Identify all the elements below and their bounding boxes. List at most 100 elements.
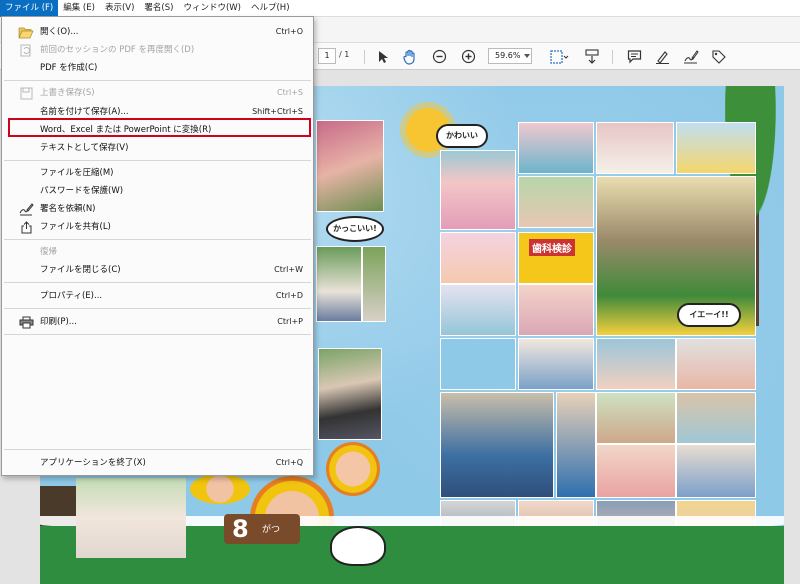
panda-illustration (330, 526, 386, 566)
menu-separator (4, 308, 311, 309)
page-total: / 1 (339, 50, 350, 59)
highlight-pen-icon[interactable] (653, 47, 671, 66)
menu-file[interactable]: ファイル (F) (0, 0, 59, 17)
share-icon (18, 220, 34, 234)
menu-item-label: ファイルを閉じる(C) (40, 265, 121, 275)
photo-child (362, 246, 386, 322)
menu-item-label: 印刷(P)... (40, 317, 77, 327)
tag-edit-icon[interactable] (710, 47, 728, 66)
menu-item-label: 復帰 (40, 247, 58, 257)
menu-edit[interactable]: 編集 (E) (58, 0, 100, 17)
bubble-yay: イエーイ!! (677, 303, 741, 327)
photo-child (596, 392, 676, 444)
photo-child (676, 444, 756, 498)
menu-bar: ファイル (F) 編集 (E) 表示(V) 署名(S) ウィンドウ(W) ヘルプ… (0, 0, 800, 17)
sunflower-photo (326, 442, 380, 496)
photo-child (440, 150, 516, 230)
photo-child (440, 284, 516, 336)
menu-help[interactable]: ヘルプ(H) (246, 0, 295, 17)
menu-item-shortcut: Ctrl+O (275, 27, 303, 36)
hand-tool-icon[interactable] (401, 47, 419, 66)
menu-item-properties[interactable]: プロパティ(E)... Ctrl+D (2, 287, 313, 305)
menu-sign[interactable]: 署名(S) (139, 0, 178, 17)
photo-child (316, 120, 384, 212)
menu-separator (4, 334, 311, 335)
toolbar-divider (364, 50, 365, 64)
month-number: 8 (232, 515, 249, 543)
menu-item-reopen-session: 前回のセッションの PDF を再度開く(D) (2, 41, 313, 59)
menu-item-password-protect[interactable]: パスワードを保護(W) (2, 182, 313, 200)
photo-children-outdoor (76, 478, 186, 558)
menu-item-compress[interactable]: ファイルを圧縮(M) (2, 164, 313, 182)
photo-child (518, 338, 594, 390)
save-icon (18, 86, 34, 100)
menu-view[interactable]: 表示(V) (100, 0, 139, 17)
menu-item-request-signature[interactable]: 署名を依頼(N) (2, 200, 313, 218)
photo-child (518, 176, 594, 228)
menu-item-label: 署名を依頼(N) (40, 204, 96, 214)
scroll-mode-icon[interactable] (583, 47, 601, 66)
menu-item-label: ファイルを圧縮(M) (40, 168, 114, 178)
photo-child (676, 392, 756, 444)
zoom-in-icon[interactable] (459, 47, 477, 66)
bubble-kawaii: かわいい (436, 124, 488, 148)
illustration-children (440, 338, 516, 390)
photo-child (556, 392, 596, 498)
menu-item-label: テキストとして保存(V) (40, 143, 129, 153)
fit-page-icon[interactable] (547, 47, 571, 66)
menu-item-close-file[interactable]: ファイルを閉じる(C) Ctrl+W (2, 261, 313, 279)
page-number-input[interactable]: 1 (318, 48, 336, 64)
menu-item-label: アプリケーションを終了(X) (40, 458, 146, 468)
fill-sign-icon[interactable] (682, 47, 700, 66)
photo-child (316, 246, 362, 322)
reopen-icon (18, 43, 34, 57)
photo-child (676, 122, 756, 174)
menu-window[interactable]: ウィンドウ(W) (178, 0, 246, 17)
sunflower-photo (190, 474, 250, 504)
menu-item-label: 上書き保存(S) (40, 88, 95, 98)
menu-item-label: 前回のセッションの PDF を再度開く(D) (40, 45, 195, 55)
file-menu: 開く(O)... Ctrl+O 前回のセッションの PDF を再度開く(D) P… (1, 16, 314, 476)
photo-child (596, 444, 676, 498)
toolbar-divider (612, 50, 613, 64)
menu-item-exit[interactable]: アプリケーションを終了(X) Ctrl+Q (2, 454, 313, 472)
month-label: がつ (262, 525, 281, 535)
menu-item-share[interactable]: ファイルを共有(L) (2, 218, 313, 236)
menu-separator (4, 80, 311, 81)
photo-child (596, 338, 676, 390)
select-arrow-icon[interactable] (375, 47, 391, 66)
menu-item-create-pdf[interactable]: PDF を作成(C) (2, 59, 313, 77)
menu-item-save-as-text[interactable]: テキストとして保存(V) (2, 139, 313, 157)
menu-item-label: ファイルを共有(L) (40, 222, 111, 232)
printer-icon (18, 315, 34, 329)
chevron-down-icon[interactable] (524, 54, 530, 58)
menu-item-open[interactable]: 開く(O)... Ctrl+O (2, 23, 313, 41)
bubble-kakkoii: かっこいい! (326, 216, 384, 242)
menu-separator (4, 282, 311, 283)
menu-item-shortcut: Ctrl+S (276, 88, 303, 97)
comment-icon[interactable] (625, 47, 643, 66)
menu-item-label: 開く(O)... (40, 27, 79, 37)
menu-item-shortcut: Ctrl+W (274, 265, 303, 274)
photo-child (676, 338, 756, 390)
menu-item-label: PDF を作成(C) (40, 63, 98, 73)
menu-separator (4, 239, 311, 240)
zoom-out-icon[interactable] (430, 47, 448, 66)
photo-sunflower-boys: イエーイ!! (596, 176, 756, 336)
dental-sign-label: 歯科検診 (529, 239, 575, 256)
menu-item-print[interactable]: 印刷(P)... Ctrl+P (2, 313, 313, 331)
menu-item-revert: 復帰 (2, 243, 313, 261)
photo-child (318, 348, 382, 440)
save-as-highlight (8, 118, 311, 137)
menu-item-label: プロパティ(E)... (40, 291, 103, 301)
menu-item-save: 上書き保存(S) Ctrl+S (2, 84, 313, 102)
month-badge: 8 がつ (224, 514, 300, 544)
sign-pen-icon (18, 202, 34, 216)
dental-sign-panel: 歯科検診 (518, 232, 594, 284)
menu-item-shortcut: Ctrl+D (275, 291, 303, 300)
menu-separator (4, 449, 311, 450)
folder-open-icon (18, 25, 34, 39)
menu-item-shortcut: Ctrl+Q (275, 458, 303, 467)
photo-child (440, 232, 516, 284)
menu-separator (4, 160, 311, 161)
